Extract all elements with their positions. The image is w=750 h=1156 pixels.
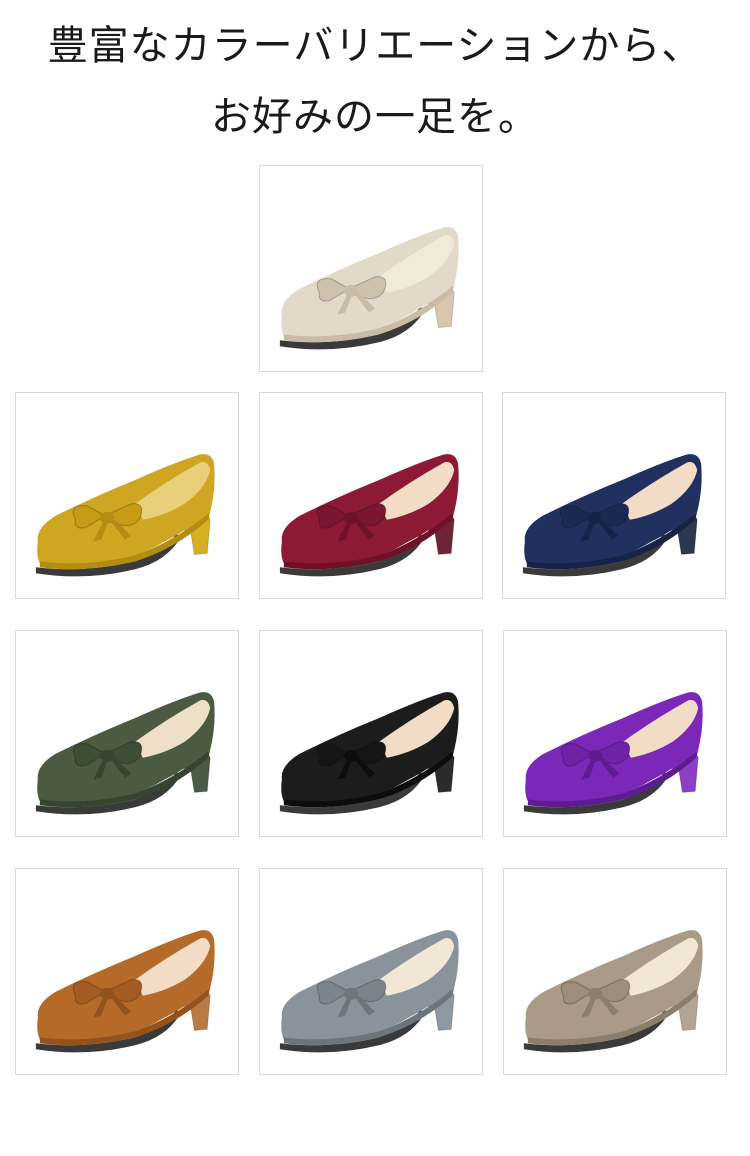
color-swatch-tile[interactable]: [503, 868, 727, 1075]
olive-shoe-image: [35, 692, 215, 815]
purple-shoe-image: [523, 692, 703, 815]
color-swatch-tile[interactable]: [259, 165, 483, 372]
color-swatch-tile[interactable]: [503, 630, 727, 837]
color-swatch-tile[interactable]: [15, 392, 239, 599]
navy-shoe-image: [522, 454, 702, 577]
camel-shoe-image: [35, 930, 215, 1053]
color-swatch-tile[interactable]: [259, 630, 483, 837]
headline-line-1: 豊富なカラーバリエーションから、: [47, 23, 703, 69]
color-swatch-tile[interactable]: [15, 630, 239, 837]
bow-knot: [100, 749, 115, 762]
taupe-shoe-image: [523, 930, 703, 1053]
bow-knot: [344, 511, 359, 524]
bow-knot: [100, 511, 115, 524]
bow-knot: [588, 749, 603, 762]
color-swatch-tile[interactable]: [259, 392, 483, 599]
burgundy-shoe-image: [279, 454, 459, 577]
color-swatch-tile[interactable]: [502, 392, 726, 599]
bow-knot: [344, 749, 359, 762]
bow-knot: [344, 987, 359, 1000]
grey-shoe-image: [279, 930, 459, 1053]
bow-knot: [588, 987, 603, 1000]
black-shoe-image: [279, 692, 459, 815]
mustard-shoe-image: [35, 454, 215, 577]
headline-line-2: お好みの一足を。: [211, 94, 539, 140]
bow-knot: [344, 284, 359, 297]
bow-knot: [100, 987, 115, 1000]
color-swatch-tile[interactable]: [259, 868, 483, 1075]
bow-knot: [587, 511, 602, 524]
color-swatch-tile[interactable]: [15, 868, 239, 1075]
beige-shoe-image: [279, 227, 459, 350]
